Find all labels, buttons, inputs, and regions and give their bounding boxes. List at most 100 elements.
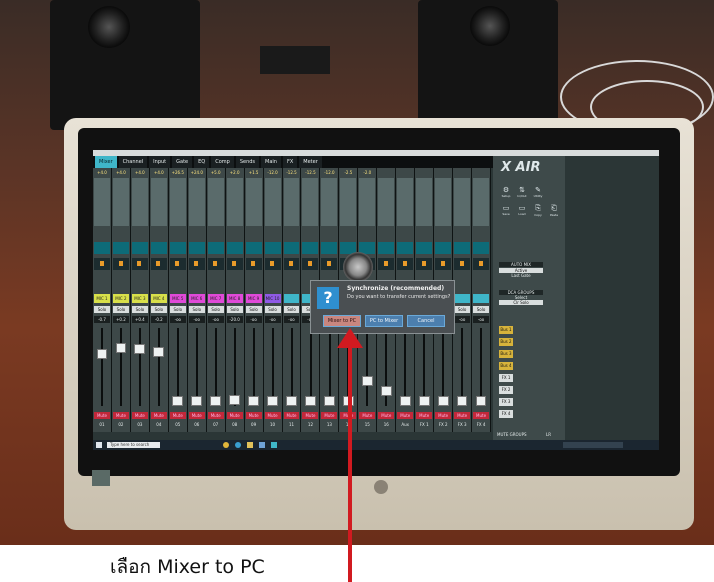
- tool-utility[interactable]: ✎ Utility: [531, 186, 545, 200]
- mute-button[interactable]: Mute: [150, 412, 167, 419]
- tool-paste[interactable]: ⎗ Paste: [547, 204, 561, 218]
- solo-button[interactable]: Solo: [207, 306, 224, 313]
- fader-cap[interactable]: [153, 346, 165, 357]
- tool-in-out[interactable]: ⇅ In/Out: [515, 186, 529, 200]
- tool-setup[interactable]: ⚙ Setup: [499, 186, 513, 200]
- eq-area[interactable]: [454, 178, 471, 226]
- dynamics-graph[interactable]: [397, 242, 414, 254]
- channel-name[interactable]: MIC 7: [207, 294, 224, 303]
- fader-cap[interactable]: [456, 396, 468, 407]
- fader-cap[interactable]: [191, 396, 203, 407]
- mute-button[interactable]: Mute: [359, 412, 376, 419]
- mute-button[interactable]: Mute: [226, 412, 243, 419]
- dynamics-graph[interactable]: [245, 242, 262, 254]
- dynamics-graph[interactable]: [302, 242, 319, 254]
- dynamics-graph[interactable]: [226, 242, 243, 254]
- dynamics-graph[interactable]: [131, 242, 148, 254]
- tool-save[interactable]: ▭ Save: [499, 204, 513, 218]
- eq-area[interactable]: [150, 178, 167, 226]
- mute-button[interactable]: Mute: [207, 412, 224, 419]
- pan-control[interactable]: [207, 258, 224, 270]
- eq-area[interactable]: [283, 178, 300, 226]
- solo-button[interactable]: Solo: [94, 306, 110, 313]
- pc-to-mixer-button[interactable]: PC to Mixer: [365, 315, 403, 327]
- solo-button[interactable]: Solo: [112, 306, 129, 313]
- pan-control[interactable]: [416, 258, 433, 270]
- fader-cap[interactable]: [267, 396, 278, 407]
- fader-cap[interactable]: [399, 396, 411, 407]
- dynamics-graph[interactable]: [473, 242, 490, 254]
- fader-cap[interactable]: [475, 396, 487, 407]
- solo-button[interactable]: Solo: [131, 306, 148, 313]
- fader-cap[interactable]: [96, 348, 108, 359]
- channel-name[interactable]: MIC 6: [188, 294, 205, 303]
- dca-button[interactable]: FX 3: [499, 398, 513, 406]
- edge-icon[interactable]: [235, 442, 241, 448]
- fader-cap[interactable]: [305, 396, 316, 407]
- channel-name[interactable]: MIC 2: [112, 294, 129, 303]
- eq-area[interactable]: [321, 178, 338, 226]
- pan-control[interactable]: [94, 258, 110, 270]
- solo-button[interactable]: Solo: [188, 306, 205, 313]
- dynamics-graph[interactable]: [264, 242, 281, 254]
- dynamics-graph[interactable]: [169, 242, 186, 254]
- eq-area[interactable]: [112, 178, 129, 226]
- dca-button[interactable]: Bus 3: [499, 350, 513, 358]
- dynamics-graph[interactable]: [321, 242, 338, 254]
- dynamics-graph[interactable]: [150, 242, 167, 254]
- dynamics-graph[interactable]: [283, 242, 300, 254]
- solo-button[interactable]: Solo: [283, 306, 300, 313]
- pan-control[interactable]: [454, 258, 471, 270]
- channel-name[interactable]: [454, 294, 471, 303]
- eq-area[interactable]: [473, 178, 490, 226]
- pan-control[interactable]: [226, 258, 243, 270]
- dynamics-graph[interactable]: [112, 242, 129, 254]
- tool-load[interactable]: ▭ Load: [515, 204, 529, 218]
- eq-area[interactable]: [245, 178, 262, 226]
- store-icon[interactable]: [259, 442, 265, 448]
- chrome-icon[interactable]: [223, 442, 229, 448]
- pan-control[interactable]: [264, 258, 281, 270]
- eq-area[interactable]: [397, 178, 414, 226]
- fader-cap[interactable]: [361, 376, 373, 387]
- eq-area[interactable]: [340, 178, 357, 226]
- dca-button[interactable]: Bus 4: [499, 362, 513, 370]
- mute-button[interactable]: Mute: [264, 412, 281, 419]
- pan-control[interactable]: [112, 258, 129, 270]
- tool-copy[interactable]: ⎘ Copy: [531, 204, 545, 218]
- dynamics-graph[interactable]: [454, 242, 471, 254]
- tab-sends[interactable]: Sends: [235, 156, 260, 168]
- fader-cap[interactable]: [248, 396, 259, 407]
- solo-button[interactable]: Solo: [264, 306, 281, 313]
- windows-start-icon[interactable]: [96, 442, 102, 448]
- tab-eq[interactable]: EQ: [194, 156, 210, 168]
- fader-cap[interactable]: [134, 344, 146, 355]
- pan-control[interactable]: [378, 258, 395, 270]
- tab-channel[interactable]: Channel: [118, 156, 148, 168]
- mute-button[interactable]: Mute: [473, 412, 490, 419]
- eq-area[interactable]: [264, 178, 281, 226]
- mixer-to-pc-button[interactable]: Mixer to PC: [323, 315, 361, 327]
- pan-control[interactable]: [435, 258, 452, 270]
- mute-button[interactable]: Mute: [245, 412, 262, 419]
- mute-button[interactable]: Mute: [302, 412, 319, 419]
- mute-button[interactable]: Mute: [283, 412, 300, 419]
- dynamics-graph[interactable]: [188, 242, 205, 254]
- eq-area[interactable]: [226, 178, 243, 226]
- dynamics-graph[interactable]: [94, 242, 110, 254]
- eq-area[interactable]: [188, 178, 205, 226]
- tab-fx[interactable]: FX: [282, 156, 298, 168]
- dynamics-graph[interactable]: [378, 242, 395, 254]
- eq-area[interactable]: [359, 178, 376, 226]
- fader-cap[interactable]: [437, 396, 449, 407]
- solo-button[interactable]: Solo: [473, 306, 490, 313]
- solo-button[interactable]: Solo: [150, 306, 167, 313]
- fader-cap[interactable]: [172, 396, 184, 407]
- dynamics-graph[interactable]: [416, 242, 433, 254]
- fader-cap[interactable]: [324, 396, 335, 407]
- eq-area[interactable]: [416, 178, 433, 226]
- fader-cap[interactable]: [286, 396, 297, 407]
- dca-button[interactable]: FX 2: [499, 386, 513, 394]
- pan-control[interactable]: [150, 258, 167, 270]
- dca-button[interactable]: FX 1: [499, 374, 513, 382]
